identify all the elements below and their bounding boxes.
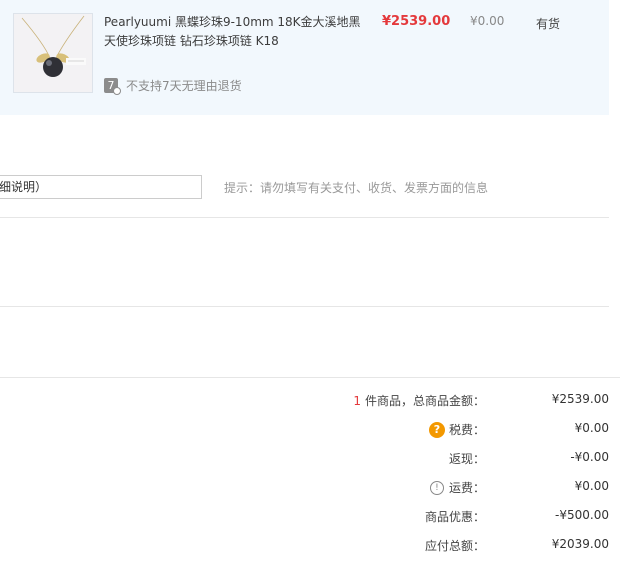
summary-discount: 商品优惠： -¥500.00 bbox=[0, 508, 609, 528]
discount-value: -¥500.00 bbox=[555, 508, 609, 522]
payable-value: ¥2039.00 bbox=[551, 537, 609, 551]
info-icon[interactable]: ! bbox=[429, 480, 444, 495]
shipping-label: ! 运费： bbox=[429, 479, 485, 496]
divider bbox=[0, 377, 620, 378]
return-policy-text: 不支持7天无理由退货 bbox=[126, 78, 242, 93]
goods-total-value: ¥2539.00 bbox=[551, 392, 609, 406]
shipping-value: ¥0.00 bbox=[574, 479, 609, 493]
product-price: ¥2539.00 bbox=[382, 14, 451, 29]
seven-day-return-icon: 7 bbox=[104, 77, 121, 95]
stock-status: 有货 bbox=[536, 17, 561, 31]
pearl-necklace-image bbox=[14, 14, 92, 92]
order-remark-hint: 提示：请勿填写有关支付、收货、发票方面的信息 bbox=[224, 181, 489, 195]
order-product-row: Pearlyuumi 黑蝶珍珠9-10mm 18K金大溪地黑 天使珍珠项链 钻石… bbox=[0, 0, 609, 115]
summary-cashback: 返现： -¥0.00 bbox=[0, 450, 609, 470]
no-return-badge-icon bbox=[113, 86, 121, 95]
goods-count-label: 件商品，总商品金额： bbox=[364, 394, 485, 408]
question-icon[interactable]: ? bbox=[428, 421, 445, 438]
discount-label: 商品优惠： bbox=[424, 510, 485, 524]
product-thumbnail[interactable] bbox=[13, 13, 93, 93]
product-tax: ¥0.00 bbox=[470, 14, 505, 28]
divider bbox=[0, 217, 609, 218]
summary-payable: 应付总额： ¥2039.00 bbox=[0, 537, 609, 557]
cashback-label: 返现： bbox=[448, 452, 485, 466]
order-remark-input[interactable]: 细说明） bbox=[0, 175, 202, 199]
cashback-value: -¥0.00 bbox=[570, 450, 609, 464]
tax-value: ¥0.00 bbox=[574, 421, 609, 435]
tax-label-text: 税费： bbox=[448, 423, 485, 437]
product-title-line2: 天使珍珠项链 钻石珍珠项链 K18 bbox=[104, 34, 279, 48]
tax-label: ? 税费： bbox=[428, 421, 485, 438]
shipping-label-text: 运费： bbox=[448, 481, 485, 495]
return-policy: 7 不支持7天无理由退货 bbox=[104, 76, 242, 95]
goods-count: 1 bbox=[353, 393, 361, 408]
divider bbox=[0, 306, 609, 307]
product-title-link[interactable]: Pearlyuumi 黑蝶珍珠9-10mm 18K金大溪地黑 天使珍珠项链 钻石… bbox=[104, 13, 361, 51]
summary-tax: ? 税费： ¥0.00 bbox=[0, 421, 609, 441]
summary-shipping: ! 运费： ¥0.00 bbox=[0, 479, 609, 499]
payable-label: 应付总额： bbox=[424, 539, 485, 553]
summary-goods-total: 1 件商品，总商品金额： ¥2539.00 bbox=[0, 392, 609, 412]
goods-total-label: 1 件商品，总商品金额： bbox=[353, 392, 485, 409]
product-title-line1: Pearlyuumi 黑蝶珍珠9-10mm 18K金大溪地黑 bbox=[104, 15, 361, 29]
